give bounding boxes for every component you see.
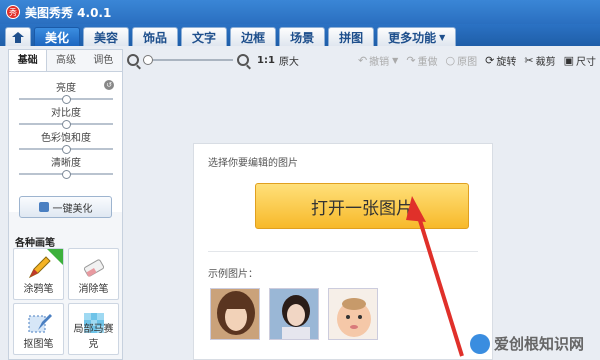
sample-photo-baby xyxy=(329,289,377,339)
chevron-down-icon[interactable]: ▼ xyxy=(392,56,398,65)
mosaic-label: 局部马赛克 xyxy=(73,324,114,350)
sharpness-slider: 清晰度 xyxy=(19,157,113,179)
sample-photo-woman xyxy=(211,289,259,339)
doodle-pen-tool[interactable]: 涂鸦笔 xyxy=(13,248,64,300)
watermark-logo-icon xyxy=(470,333,490,354)
cutout-pen-tool[interactable]: 抠图笔 xyxy=(13,303,64,355)
scissors-icon: ✂ xyxy=(524,53,534,67)
adjust-subtabs: 基础 高级 调色 xyxy=(9,50,122,72)
samples-label: 示例图片： xyxy=(208,269,258,280)
slider-knob[interactable] xyxy=(61,170,71,179)
sample-photo-girl xyxy=(270,289,318,339)
slider-knob[interactable] xyxy=(61,95,71,104)
tab-beauty[interactable]: 美容 xyxy=(83,27,130,46)
magic-wand-icon xyxy=(38,202,49,212)
brightness-track[interactable] xyxy=(19,95,113,104)
undo-icon: ↶ xyxy=(357,53,368,67)
chevron-down-icon: ▼ xyxy=(439,32,446,42)
circle-icon: ○ xyxy=(445,53,456,67)
doodle-pen-label: 涂鸦笔 xyxy=(23,284,54,295)
sample-image-1[interactable] xyxy=(210,288,260,340)
cutout-pen-label: 抠图笔 xyxy=(23,339,54,350)
saturation-track[interactable] xyxy=(19,145,113,154)
rotate-icon: ⟳ xyxy=(485,53,495,67)
zoom-slider[interactable] xyxy=(143,55,233,65)
original-image-button[interactable]: ○ 原图 xyxy=(446,53,478,68)
watermark: 爱创根知识网 xyxy=(470,333,584,354)
tab-home[interactable] xyxy=(5,27,31,46)
window-title: 美图秀秀 4.0.1 xyxy=(25,5,112,20)
contrast-slider: 对比度 xyxy=(19,107,113,129)
eraser-pen-tool[interactable]: 消除笔 xyxy=(68,248,119,300)
tab-collage[interactable]: 拼图 xyxy=(328,27,375,46)
cutout-pen-icon xyxy=(28,314,52,333)
redo-label: 重做 xyxy=(417,56,438,68)
open-image-panel: 选择你要编辑的图片 打开一张图片 示例图片： xyxy=(193,143,493,360)
resize-label: 尺寸 xyxy=(576,56,596,68)
crop-label: 裁剪 xyxy=(535,56,556,68)
eraser-icon xyxy=(83,259,105,277)
rotate-label: 旋转 xyxy=(496,56,517,68)
saturation-label: 色彩饱和度 xyxy=(41,133,91,144)
new-badge xyxy=(47,249,63,265)
one-key-beautify-label: 一键美化 xyxy=(52,203,93,215)
subtab-color[interactable]: 调色 xyxy=(85,50,122,71)
slider-knob[interactable] xyxy=(61,120,71,129)
open-image-button[interactable]: 打开一张图片 xyxy=(255,183,469,229)
home-icon xyxy=(12,31,24,43)
watermark-text: 爱创根知识网 xyxy=(494,335,585,353)
app-logo: 秀 xyxy=(6,5,20,19)
brushes-heading: 各种画笔 xyxy=(15,238,55,249)
tab-more-label: 更多功能 xyxy=(388,30,437,45)
adjust-panel: 基础 高级 调色 ↺ 亮度 对比度 色彩饱和度 清晰度 一键美化 各种画笔 涂鸦… xyxy=(8,49,123,360)
tab-more[interactable]: 更多功能 ▼ xyxy=(377,27,457,46)
zoom-out-icon[interactable] xyxy=(127,54,139,66)
tab-accessories[interactable]: 饰品 xyxy=(132,27,179,46)
slider-knob[interactable] xyxy=(61,145,71,154)
redo-icon: ↷ xyxy=(406,53,416,67)
tab-text[interactable]: 文字 xyxy=(181,27,228,46)
resize-icon: ▣ xyxy=(563,53,574,67)
tab-frame[interactable]: 边框 xyxy=(230,27,277,46)
eraser-pen-label: 消除笔 xyxy=(78,284,109,295)
crop-button[interactable]: ✂ 裁剪 xyxy=(524,53,555,68)
redo-button[interactable]: ↷ 重做 xyxy=(406,53,437,68)
open-prompt: 选择你要编辑的图片 xyxy=(208,158,298,169)
subtab-basic[interactable]: 基础 xyxy=(9,50,48,71)
mosaic-tool[interactable]: 局部马赛克 xyxy=(68,303,119,355)
saturation-slider: 色彩饱和度 xyxy=(19,132,113,154)
subtab-advanced[interactable]: 高级 xyxy=(47,50,84,71)
sample-image-3[interactable] xyxy=(328,288,378,340)
resize-button[interactable]: ▣ 尺寸 xyxy=(564,53,596,68)
canvas-area: 选择你要编辑的图片 打开一张图片 示例图片： xyxy=(127,71,600,360)
image-toolbar: 1:1 原大 ↶ 撤销 ▼ ↷ 重做 ○ 原图 ⟳ 旋转 ✂ 裁剪 ▣ 尺寸 xyxy=(127,49,600,71)
slider-area: ↺ 亮度 对比度 色彩饱和度 清晰度 xyxy=(9,72,122,212)
sharpness-track[interactable] xyxy=(19,170,113,179)
sample-image-2[interactable] xyxy=(269,288,319,340)
zoom-ratio[interactable]: 1:1 xyxy=(257,55,275,66)
contrast-track[interactable] xyxy=(19,120,113,129)
original-size-button[interactable]: 原大 xyxy=(279,53,299,68)
undo-label: 撤销 xyxy=(369,56,390,68)
contrast-label: 对比度 xyxy=(51,108,81,119)
divider xyxy=(208,251,478,252)
zoom-in-icon[interactable] xyxy=(237,54,249,66)
brightness-label: 亮度 xyxy=(56,83,76,94)
title-bar: 秀 美图秀秀 4.0.1 xyxy=(0,0,600,24)
rotate-button[interactable]: ⟳ 旋转 xyxy=(485,53,516,68)
main-tab-bar: 美化 美容 饰品 文字 边框 场景 拼图 更多功能 ▼ xyxy=(0,24,600,46)
zoom-knob[interactable] xyxy=(143,55,153,65)
sharpness-label: 清晰度 xyxy=(51,158,81,169)
brightness-slider: 亮度 xyxy=(19,82,113,104)
original-image-label: 原图 xyxy=(457,56,478,68)
undo-button[interactable]: ↶ 撤销 ▼ xyxy=(358,53,398,68)
tab-beautify[interactable]: 美化 xyxy=(34,27,81,46)
tab-scene[interactable]: 场景 xyxy=(279,27,326,46)
one-key-beautify-button[interactable]: 一键美化 xyxy=(19,196,112,218)
